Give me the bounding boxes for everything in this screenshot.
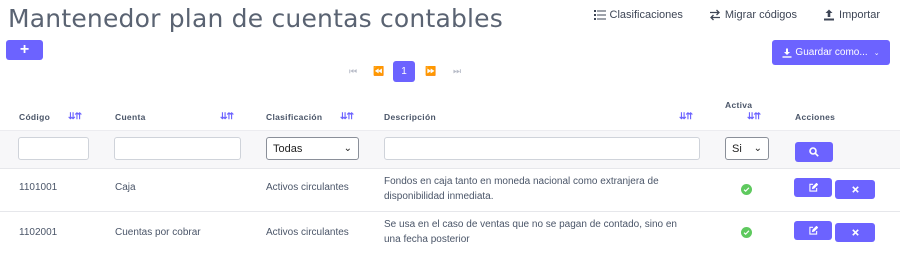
prev-page-icon[interactable]: ⏪ (367, 61, 389, 82)
save-as-button[interactable]: Guardar como... ⌄ (772, 40, 890, 65)
list-icon (593, 10, 606, 20)
clasificacion-filter-value: Todas (273, 142, 303, 155)
clasificaciones-link[interactable]: Clasificaciones (593, 9, 683, 21)
row-codigo: 1101001 (19, 182, 58, 193)
importar-label: Importar (839, 9, 880, 21)
delete-button[interactable] (835, 180, 875, 199)
row-codigo: 1102001 (19, 227, 58, 238)
filter-row: Todas ⌄ Si ⌄ (0, 130, 900, 168)
first-page-icon[interactable]: ⏮ (341, 61, 363, 82)
importar-link[interactable]: Importar (823, 9, 880, 21)
row-clasificacion: Activos circulantes (266, 227, 349, 238)
activa-filter-value: Si (732, 142, 742, 155)
chevron-down-icon: ⌄ (873, 49, 880, 57)
next-page-icon[interactable]: ⏩ (419, 61, 441, 82)
column-header-codigo: Código (19, 112, 51, 122)
clasificaciones-label: Clasificaciones (609, 9, 683, 21)
column-header-activa: Activa (725, 100, 753, 110)
row-descripcion: Se usa en el caso de ventas que no se pa… (384, 219, 677, 245)
search-icon (809, 147, 819, 157)
column-header-clasificacion: Clasificación (266, 112, 323, 122)
pagination: ⏮ ⏪ 1 ⏩ ⏭ (341, 61, 467, 82)
active-check-icon (741, 184, 752, 195)
sort-icon[interactable]: ⇊⇈ (340, 111, 354, 122)
close-icon (851, 186, 859, 193)
save-as-label: Guardar como... (795, 47, 868, 58)
clasificacion-filter-select[interactable]: Todas ⌄ (266, 137, 359, 160)
table-header: Código ⇊⇈ Cuenta ⇊⇈ Clasificación ⇊⇈ Des… (0, 100, 900, 130)
column-header-descripcion: Descripción (384, 112, 436, 122)
cuenta-filter-input[interactable] (114, 137, 241, 160)
search-button[interactable] (795, 142, 833, 162)
active-check-icon (741, 227, 752, 238)
migrar-codigos-label: Migrar códigos (724, 9, 798, 21)
column-header-cuenta: Cuenta (115, 112, 146, 122)
last-page-icon[interactable]: ⏭ (445, 61, 467, 82)
chevron-down-icon: ⌄ (753, 143, 762, 154)
row-clasificacion: Activos circulantes (266, 182, 349, 193)
edit-button[interactable] (794, 221, 832, 240)
descripcion-filter-input[interactable] (384, 137, 700, 160)
add-button[interactable]: + (6, 40, 43, 60)
sort-icon[interactable]: ⇊⇈ (679, 111, 693, 122)
table-row: 1102001 Cuentas por cobrar Activos circu… (0, 211, 900, 254)
codigo-filter-input[interactable] (18, 137, 89, 160)
edit-icon (808, 226, 818, 235)
row-descripcion: Fondos en caja tanto en moneda nacional … (384, 176, 659, 202)
chevron-down-icon: ⌄ (343, 143, 352, 154)
edit-button[interactable] (794, 178, 832, 197)
download-icon (782, 48, 792, 58)
sort-icon[interactable]: ⇊⇈ (220, 111, 234, 122)
header-actions: Clasificaciones Migrar códigos Importar (593, 9, 880, 21)
table-row: 1101001 Caja Activos circulantes Fondos … (0, 168, 900, 211)
activa-filter-select[interactable]: Si ⌄ (725, 137, 769, 160)
swap-icon (709, 9, 720, 21)
edit-icon (808, 183, 818, 192)
migrar-codigos-link[interactable]: Migrar códigos (709, 9, 797, 21)
delete-button[interactable] (835, 223, 875, 242)
sort-icon[interactable]: ⇊⇈ (747, 111, 761, 122)
sort-icon[interactable]: ⇊⇈ (68, 111, 82, 122)
row-cuenta: Caja (115, 182, 136, 193)
page-number-current[interactable]: 1 (393, 61, 415, 82)
page-title: Mantenedor plan de cuentas contables (8, 4, 503, 33)
close-icon (851, 229, 859, 236)
row-cuenta: Cuentas por cobrar (115, 227, 201, 238)
upload-icon (824, 9, 835, 21)
column-header-acciones: Acciones (795, 112, 836, 122)
